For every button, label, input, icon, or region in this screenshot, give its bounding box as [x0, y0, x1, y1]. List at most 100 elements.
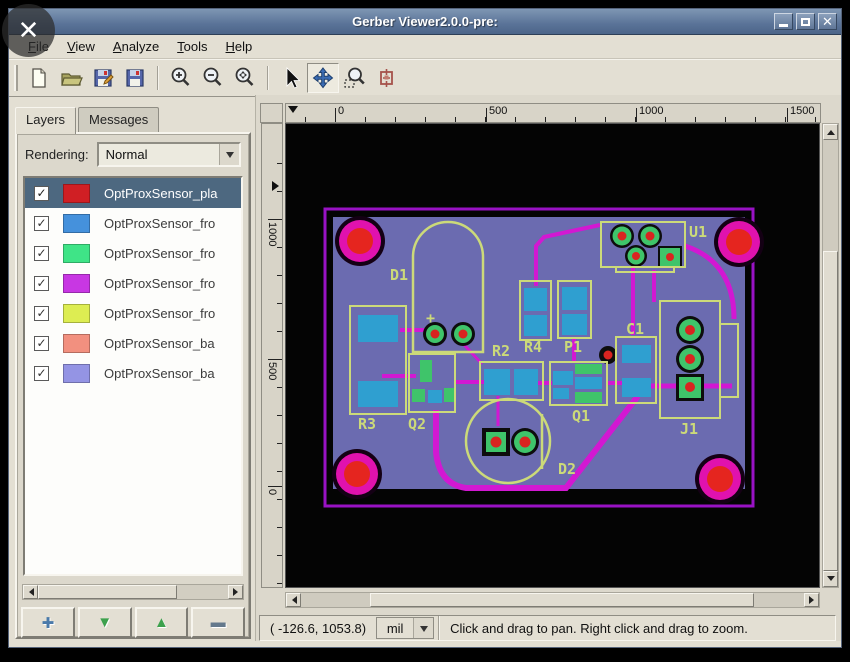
scroll-up-button[interactable] [823, 124, 838, 140]
new-file-button[interactable] [23, 63, 55, 93]
scrollbar-track[interactable] [754, 593, 804, 607]
layer-name: OptProxSensor_fro [104, 306, 215, 321]
layer-row[interactable]: ✓OptProxSensor_fro [25, 268, 241, 298]
maximize-button[interactable] [796, 13, 815, 30]
component-label-u1: U1 [689, 223, 707, 241]
layer-row[interactable]: ✓OptProxSensor_fro [25, 208, 241, 238]
menu-view[interactable]: View [58, 37, 104, 56]
pcb-drawing: D1 + R3 Q2 R2 R4 P1 Q1 C1 J1 U1 D2 [286, 124, 821, 589]
overlay-close-button[interactable]: ✕ [2, 4, 55, 57]
layer-row[interactable]: ✓OptProxSensor_fro [25, 238, 241, 268]
menu-tools[interactable]: Tools [168, 37, 216, 56]
rendering-dropdown-button[interactable] [219, 144, 239, 165]
layer-visibility-checkbox[interactable]: ✓ [34, 216, 49, 231]
layer-row[interactable]: ✓OptProxSensor_pla [25, 178, 241, 208]
layer-color-swatch[interactable] [63, 184, 90, 203]
arrow-left-icon [288, 596, 297, 604]
minimize-button[interactable] [774, 13, 793, 30]
pointer-tool-button[interactable] [275, 63, 307, 93]
pan-tool-button[interactable] [307, 63, 339, 93]
scroll-left-button[interactable] [286, 593, 301, 607]
save-as-button[interactable] [87, 63, 119, 93]
tab-layers[interactable]: Layers [15, 107, 76, 134]
open-file-button[interactable] [55, 63, 87, 93]
ruler-tick [277, 331, 282, 332]
toolbar-grip[interactable] [14, 65, 18, 91]
pcb-canvas[interactable]: D1 + R3 Q2 R2 R4 P1 Q1 C1 J1 U1 D2 [285, 123, 820, 588]
move-layer-down-button[interactable]: ▼ [78, 607, 132, 638]
scrollbar-thumb[interactable] [38, 585, 177, 599]
ruler-tick [755, 117, 756, 122]
scroll-right-button[interactable] [804, 593, 819, 607]
add-layer-button[interactable]: ✚ [21, 607, 75, 638]
scrollbar-track[interactable] [301, 593, 370, 607]
scroll-down-button[interactable] [823, 571, 838, 587]
layer-row[interactable]: ✓OptProxSensor_ba [25, 358, 241, 388]
menu-analyze[interactable]: Analyze [104, 37, 168, 56]
units-dropdown-button[interactable] [413, 618, 433, 638]
ruler-tick [277, 415, 282, 416]
status-hint: Click and drag to pan. Right click and d… [450, 621, 748, 636]
ruler-major-tick [268, 359, 282, 360]
sidebar-body: Rendering: Normal ✓OptProxSensor_pla✓Opt… [15, 132, 251, 639]
close-button[interactable]: ✕ [818, 13, 837, 30]
layer-visibility-checkbox[interactable]: ✓ [34, 336, 49, 351]
layer-color-swatch[interactable] [63, 274, 90, 293]
status-separator [438, 616, 440, 640]
remove-layer-button[interactable]: ▬ [191, 607, 245, 638]
toolbar [9, 59, 841, 97]
zoom-fit-button[interactable] [229, 63, 261, 93]
layer-row[interactable]: ✓ OptProxSensor_ba [25, 328, 241, 358]
scroll-left-button[interactable] [23, 585, 38, 599]
layer-color-swatch[interactable] [63, 244, 90, 263]
canvas-hscrollbar[interactable] [285, 592, 820, 608]
title-bar[interactable]: Gerber Viewer2.0.0-pre: ✕ [9, 9, 841, 35]
scrollbar-thumb[interactable] [370, 593, 754, 607]
rendering-value: Normal [99, 147, 219, 162]
layer-color-swatch[interactable] [63, 364, 90, 383]
rendering-dropdown[interactable]: Normal [97, 142, 241, 167]
layer-list-hscrollbar[interactable] [22, 584, 244, 600]
zoom-region-tool-button[interactable] [339, 63, 371, 93]
tab-messages[interactable]: Messages [78, 107, 159, 133]
layer-visibility-checkbox[interactable]: ✓ [34, 186, 49, 201]
layer-list: ✓OptProxSensor_pla✓OptProxSensor_fro✓Opt… [23, 176, 243, 576]
ruler-tick [277, 527, 282, 528]
zoom-in-button[interactable] [165, 63, 197, 93]
new-file-icon [28, 67, 50, 89]
layer-name: OptProxSensor_ba [104, 336, 215, 351]
measure-icon [377, 67, 397, 89]
zoom-out-button[interactable] [197, 63, 229, 93]
layer-color-swatch[interactable] [63, 214, 90, 233]
menu-help[interactable]: Help [217, 37, 262, 56]
layer-color-swatch[interactable] [63, 334, 90, 353]
component-label-r2: R2 [492, 342, 510, 360]
measure-tool-button[interactable] [371, 63, 403, 93]
scrollbar-track[interactable] [823, 140, 838, 251]
layer-visibility-checkbox[interactable]: ✓ [34, 276, 49, 291]
ruler-major-tick [636, 108, 637, 122]
scroll-right-button[interactable] [228, 585, 243, 599]
component-label-r4: R4 [524, 338, 542, 356]
layer-visibility-checkbox[interactable]: ✓ [34, 306, 49, 321]
component-label-d1: D1 [390, 266, 408, 284]
layer-row[interactable]: ✓ OptProxSensor_fro [25, 298, 241, 328]
layer-visibility-checkbox[interactable]: ✓ [34, 366, 49, 381]
scrollbar-thumb[interactable] [823, 251, 838, 571]
ruler-major-tick [268, 219, 282, 220]
layer-visibility-checkbox[interactable]: ✓ [34, 246, 49, 261]
save-button[interactable] [119, 63, 151, 93]
ruler-tick [575, 117, 576, 122]
toolbar-separator [267, 66, 269, 90]
ruler-tick [695, 117, 696, 122]
units-dropdown[interactable]: mil [376, 617, 434, 639]
window-title: Gerber Viewer2.0.0-pre: [9, 14, 841, 29]
move-layer-up-button[interactable]: ▲ [135, 607, 189, 638]
ruler-tick [515, 117, 516, 122]
canvas-panel: 050010001500 10005000 [255, 95, 841, 641]
close-icon: ✕ [822, 15, 833, 28]
layer-color-swatch[interactable] [63, 304, 90, 323]
scrollbar-track[interactable] [177, 585, 228, 599]
canvas-vscrollbar[interactable] [822, 123, 839, 588]
save-icon [124, 67, 147, 89]
